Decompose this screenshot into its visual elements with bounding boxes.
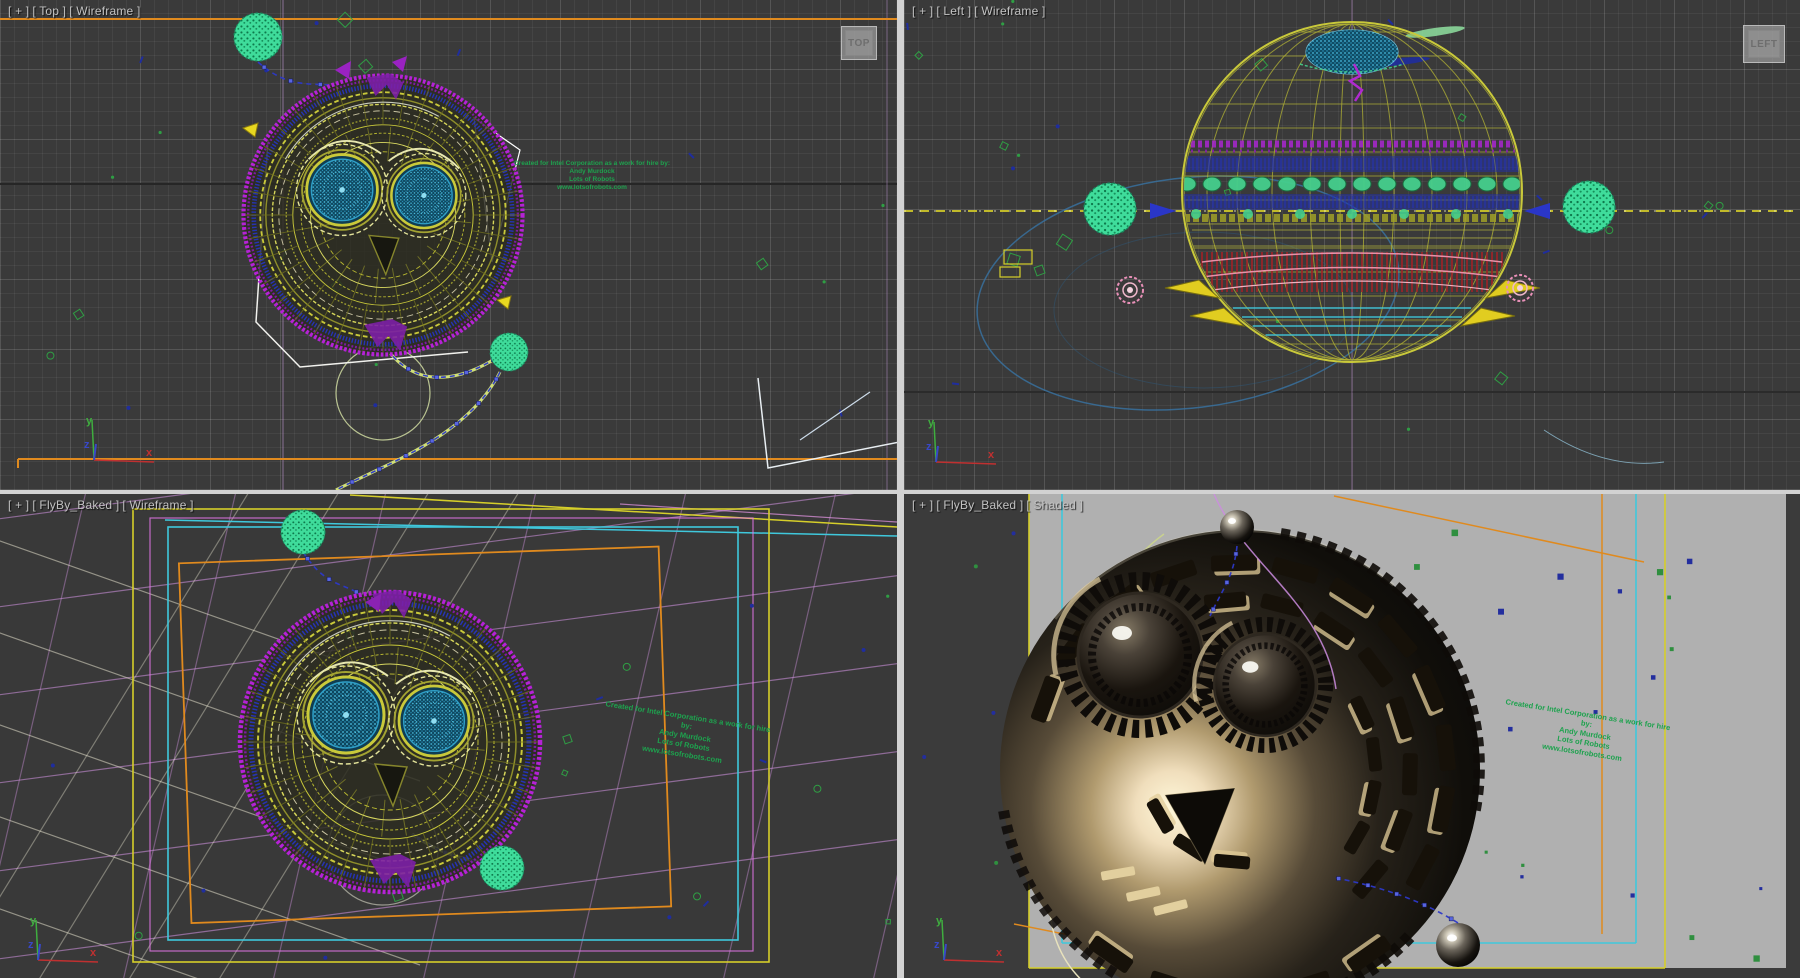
viewport-menu-shading[interactable]: [ Wireframe ] — [122, 498, 193, 512]
viewport-menu-pov[interactable]: [ + ] — [8, 4, 29, 18]
axis-tripod: y x z — [914, 912, 1014, 970]
viewport-flyby-wireframe[interactable]: [ + ][ FlyBy_Baked ][ Wireframe ] Create… — [0, 494, 897, 978]
axis-z-label: z — [84, 439, 90, 451]
axis-x-label: x — [90, 947, 97, 959]
viewport-menu-view[interactable]: [ Left ] — [936, 4, 971, 18]
axis-tripod: y x z — [8, 912, 108, 970]
scene-flyby-shaded — [904, 494, 1800, 978]
scene-flyby-wireframe — [0, 494, 897, 978]
viewport-left[interactable]: [ + ][ Left ][ Wireframe ] LEFT y x z — [904, 0, 1800, 490]
axis-y-label: y — [86, 415, 93, 427]
viewport-menu-pov[interactable]: [ + ] — [912, 4, 933, 18]
viewcube-face-label: LEFT — [1748, 30, 1780, 58]
viewcube[interactable]: LEFT — [1743, 25, 1785, 63]
axis-x-label: x — [988, 449, 995, 461]
axis-z-label: z — [934, 939, 940, 951]
viewport-label: [ + ][ Left ][ Wireframe ] — [912, 4, 1049, 18]
viewport-menu-view[interactable]: [ FlyBy_Baked ] — [936, 498, 1023, 512]
axis-y-label: y — [936, 915, 943, 927]
viewport-flyby-shaded[interactable]: [ + ][ FlyBy_Baked ][ Shaded ] Created f… — [904, 494, 1800, 978]
axis-tripod: y x z — [64, 412, 164, 470]
scene-left-wireframe — [904, 0, 1800, 490]
viewport-label: [ + ][ Top ][ Wireframe ] — [8, 4, 144, 18]
axis-x-label: x — [146, 447, 153, 459]
viewport-menu-shading[interactable]: [ Wireframe ] — [974, 4, 1045, 18]
viewport-menu-view[interactable]: [ Top ] — [32, 4, 66, 18]
viewport-top[interactable]: [ + ][ Top ][ Wireframe ] TOP Created fo… — [0, 0, 897, 490]
axis-x-label: x — [996, 947, 1003, 959]
viewport-quad-layout: [ + ][ Top ][ Wireframe ] TOP Created fo… — [0, 0, 1800, 978]
viewport-menu-pov[interactable]: [ + ] — [912, 498, 933, 512]
viewport-menu-shading[interactable]: [ Shaded ] — [1026, 498, 1083, 512]
viewcube[interactable]: TOP — [841, 26, 877, 60]
viewcube-face-label: TOP — [845, 30, 873, 56]
axis-z-label: z — [926, 441, 932, 453]
viewport-menu-pov[interactable]: [ + ] — [8, 498, 29, 512]
axis-tripod: y x z — [906, 414, 1006, 472]
axis-y-label: y — [928, 417, 935, 429]
axis-z-label: z — [28, 939, 34, 951]
viewport-label: [ + ][ FlyBy_Baked ][ Shaded ] — [912, 498, 1086, 512]
axis-y-label: y — [30, 915, 37, 927]
viewport-menu-shading[interactable]: [ Wireframe ] — [69, 4, 140, 18]
viewport-label: [ + ][ FlyBy_Baked ][ Wireframe ] — [8, 498, 197, 512]
viewport-menu-view[interactable]: [ FlyBy_Baked ] — [32, 498, 119, 512]
